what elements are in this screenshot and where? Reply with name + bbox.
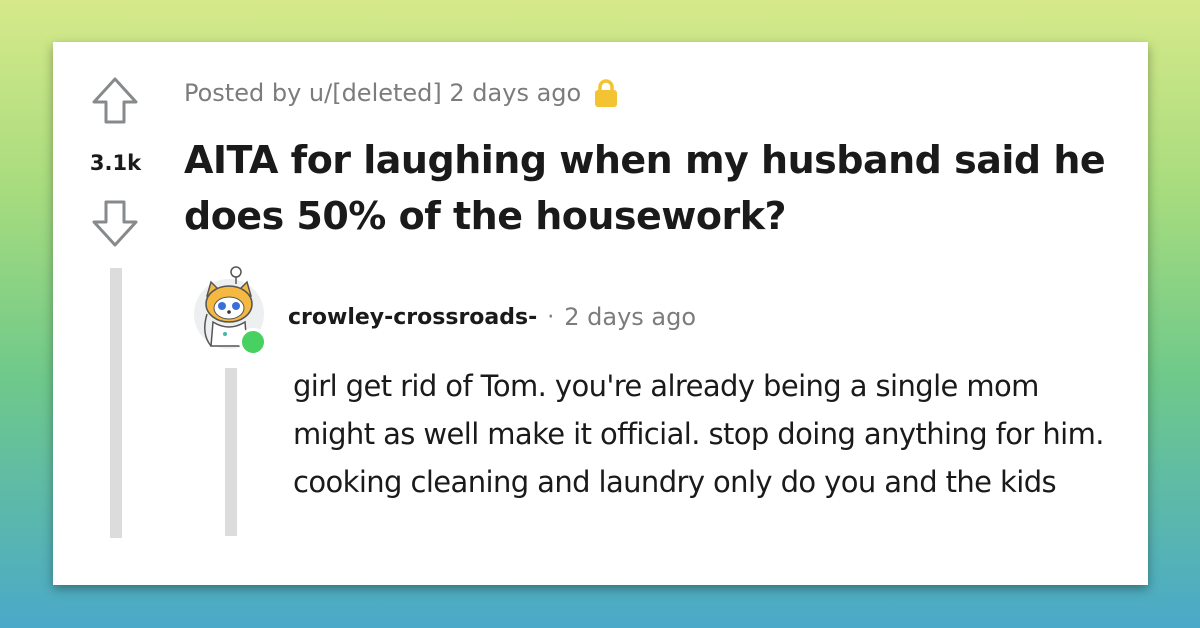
comment-body: girl get rid of Tom. you're already bein…	[293, 369, 1104, 499]
comment-author[interactable]: crowley-crossroads-	[288, 305, 537, 330]
post-title[interactable]: AITA for laughing when my husband said h…	[184, 132, 1134, 244]
vote-score: 3.1k	[89, 151, 142, 175]
comment-header: crowley-crossroads- · 2 days ago	[288, 303, 696, 331]
post-card: 3.1k Posted by u/[deleted] 2 days ago AI…	[53, 42, 1148, 585]
post-thread-line[interactable]	[110, 268, 122, 538]
comment-timestamp: 2 days ago	[564, 303, 697, 331]
vote-column: 3.1k	[53, 42, 178, 585]
comment-thread-line[interactable]	[225, 368, 237, 536]
online-status-icon	[239, 328, 267, 356]
post-meta-text: Posted by u/[deleted] 2 days ago	[184, 79, 582, 107]
post-meta: Posted by u/[deleted] 2 days ago	[184, 78, 619, 108]
downvote-arrow-icon[interactable]	[91, 198, 139, 248]
lock-icon	[595, 79, 618, 107]
upvote-arrow-icon[interactable]	[91, 76, 139, 126]
comment-separator: ·	[547, 304, 555, 330]
